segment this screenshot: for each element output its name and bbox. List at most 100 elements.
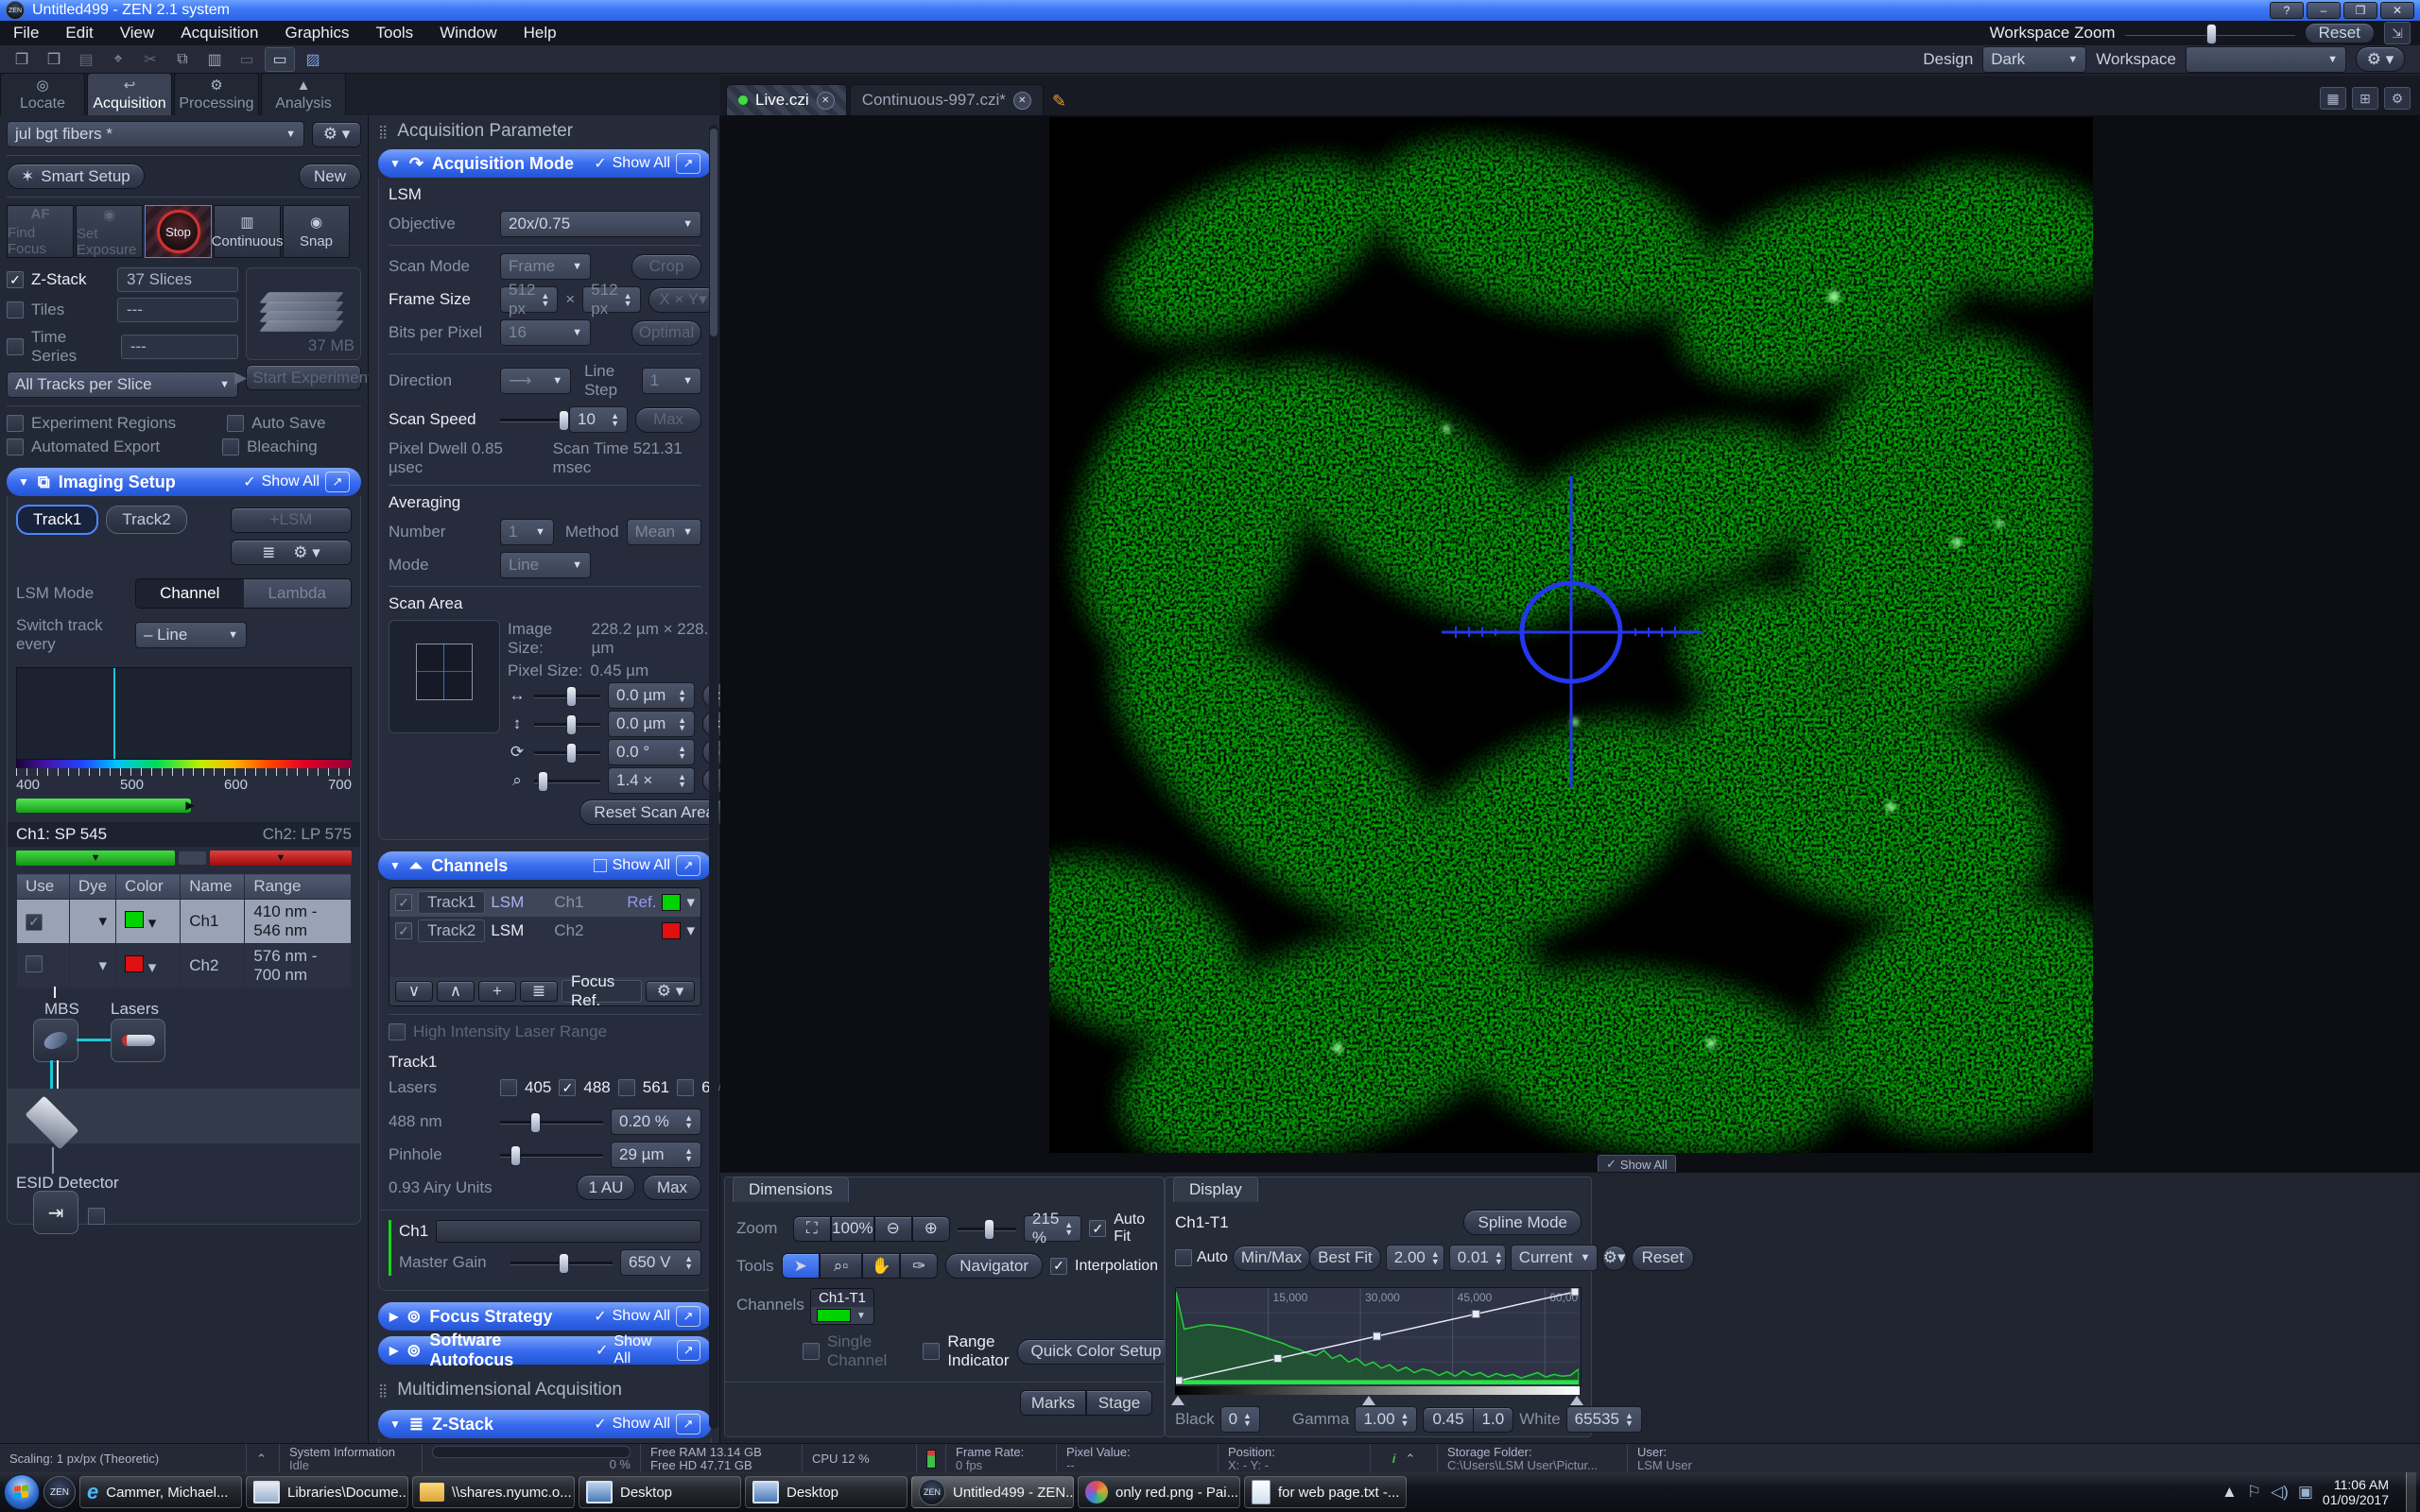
menu-acquisition[interactable]: Acquisition bbox=[167, 24, 271, 43]
bits-select[interactable]: 16▼ bbox=[500, 319, 591, 346]
scan-speed-spinner[interactable]: 10▲▼ bbox=[569, 406, 628, 433]
xy-select[interactable]: X × Y ▾ bbox=[648, 287, 718, 313]
delete-track-button[interactable]: ≣ bbox=[520, 981, 558, 1002]
single-channel-checkbox[interactable] bbox=[803, 1343, 820, 1360]
move-up-button[interactable]: ∧ bbox=[437, 981, 475, 1002]
master-gain-slider[interactable] bbox=[510, 1251, 613, 1274]
bestfit-high-spinner[interactable]: 0.01▲▼ bbox=[1449, 1245, 1506, 1271]
z-stack-checkbox[interactable]: ✓ bbox=[7, 271, 24, 288]
menu-help[interactable]: Help bbox=[510, 24, 570, 43]
track2-row[interactable]: ✓ Track2 LSM Ch2 ▾ bbox=[389, 917, 700, 945]
esid-checkbox[interactable] bbox=[88, 1208, 105, 1225]
direction-select[interactable]: ⟶▼ bbox=[500, 368, 571, 394]
averaging-method-select[interactable]: Mean▼ bbox=[627, 519, 701, 545]
show-desktop-button[interactable] bbox=[2406, 1472, 2416, 1512]
new-experiment-button[interactable]: New bbox=[299, 163, 361, 189]
rotation-spinner[interactable]: 0.0 °▲▼ bbox=[608, 739, 695, 765]
display-reset-button[interactable]: Reset bbox=[1632, 1246, 1694, 1271]
interpolation-checkbox[interactable]: ✓ bbox=[1050, 1258, 1067, 1275]
minimize-button[interactable]: – bbox=[2307, 2, 2341, 19]
tab-locate[interactable]: ◎Locate bbox=[0, 73, 85, 115]
auto-display-checkbox[interactable] bbox=[1175, 1249, 1192, 1266]
channel-chip-ch1[interactable]: Ch1-T1 ▼ bbox=[810, 1288, 874, 1325]
ch1-use-checkbox[interactable]: ✓ bbox=[26, 914, 43, 931]
track2-color-swatch[interactable] bbox=[662, 922, 681, 939]
micrograph-canvas[interactable] bbox=[1049, 117, 2093, 1153]
gamma-spinner[interactable]: 1.00▲▼ bbox=[1355, 1406, 1417, 1433]
workspace-zoom-slider[interactable] bbox=[2125, 22, 2295, 44]
tab-acquisition[interactable]: ↩Acquisition bbox=[87, 73, 172, 115]
taskbar-item-desktop-1[interactable]: Desktop bbox=[579, 1476, 741, 1508]
export-image-icon[interactable]: ▨ bbox=[299, 48, 327, 71]
gamma-10-button[interactable]: 1.0 bbox=[1473, 1407, 1514, 1433]
layout-grid-icon[interactable]: ▦ bbox=[2320, 87, 2346, 110]
show-all-checkbox[interactable] bbox=[594, 859, 607, 872]
scan-speed-max-button[interactable]: Max bbox=[635, 407, 701, 433]
range-indicator-checkbox[interactable] bbox=[923, 1343, 940, 1360]
bleaching-checkbox[interactable] bbox=[222, 438, 239, 455]
quick-color-setup-button[interactable]: Quick Color Setup bbox=[1017, 1339, 1176, 1365]
lasers-node[interactable] bbox=[111, 1019, 165, 1062]
crop-button[interactable]: Crop bbox=[631, 254, 701, 280]
dock-panel-icon[interactable]: ⇲ bbox=[2384, 22, 2411, 44]
optimal-button[interactable]: Optimal bbox=[631, 320, 701, 346]
bestfit-low-spinner[interactable]: 2.00▲▼ bbox=[1386, 1245, 1444, 1271]
imaging-setup-header[interactable]: ▼ ⧉ Imaging Setup ✓Show All↗ bbox=[7, 468, 361, 496]
tab-processing[interactable]: ⚙Processing bbox=[174, 73, 259, 115]
annotate-pen-icon[interactable]: ✎ bbox=[1052, 92, 1066, 112]
taskbar-item-notepad[interactable]: for web page.txt -... bbox=[1244, 1476, 1407, 1508]
viewer-show-all-button[interactable]: ✓Show All bbox=[1598, 1155, 1676, 1174]
spline-mode-button[interactable]: Spline Mode bbox=[1463, 1210, 1582, 1235]
gamma-045-button[interactable]: 0.45 bbox=[1423, 1407, 1473, 1433]
black-level-marker[interactable] bbox=[1171, 1396, 1184, 1405]
bestfit-button[interactable]: Best Fit bbox=[1309, 1246, 1381, 1271]
workspace-gear-button[interactable]: ⚙ ▾ bbox=[2356, 46, 2405, 72]
track2-tab[interactable]: Track2 bbox=[106, 506, 186, 534]
reset-scan-area-button[interactable]: Reset Scan Area bbox=[579, 799, 729, 825]
scan-zoom-spinner[interactable]: 1.4 ×▲▼ bbox=[608, 767, 695, 794]
viewer-zoom-spinner[interactable]: 215 %▲▼ bbox=[1024, 1215, 1081, 1242]
tracks-per-slice-select[interactable]: All Tracks per Slice▼ bbox=[7, 371, 238, 398]
laser-power-slider[interactable] bbox=[500, 1110, 603, 1133]
current-select[interactable]: Current▼ bbox=[1511, 1245, 1598, 1271]
detection-range-bar[interactable] bbox=[16, 799, 191, 813]
focus-ref-button[interactable]: Focus Ref. bbox=[562, 980, 642, 1003]
menu-view[interactable]: View bbox=[107, 24, 168, 43]
lambda-mode-button[interactable]: Lambda bbox=[244, 579, 352, 608]
new-document-icon[interactable]: ❐ bbox=[8, 48, 36, 71]
ruler-icon[interactable]: ▭ bbox=[233, 48, 261, 71]
marks-button[interactable]: Marks bbox=[1020, 1390, 1086, 1416]
popout-icon[interactable]: ↗ bbox=[676, 855, 700, 876]
display-gear-button[interactable]: ⚙▾ bbox=[1602, 1246, 1627, 1271]
help-button[interactable]: ? bbox=[2270, 2, 2304, 19]
software-autofocus-header[interactable]: ▶⊚Software Autofocus ✓Show All↗ bbox=[378, 1336, 712, 1365]
zoom-region-tool-button[interactable]: ⌕▫ bbox=[820, 1253, 863, 1279]
zoom-fit-button[interactable]: ⛶ bbox=[793, 1216, 831, 1242]
show-all-check-icon[interactable]: ✓ bbox=[243, 472, 255, 491]
high-intensity-checkbox[interactable] bbox=[389, 1023, 406, 1040]
close-tab-icon[interactable]: ✕ bbox=[817, 92, 835, 110]
tray-status-icon[interactable]: ▣ bbox=[2298, 1483, 2313, 1502]
tab-analysis[interactable]: ▲Analysis bbox=[261, 73, 346, 115]
pan-tool-button[interactable]: ✋ bbox=[862, 1253, 900, 1279]
collapse-icon[interactable]: ▼ bbox=[18, 475, 29, 489]
info-icon[interactable]: i bbox=[1392, 1452, 1396, 1466]
laser-power-spinner[interactable]: 0.20 %▲▼ bbox=[611, 1108, 701, 1135]
taskbar-item-libraries[interactable]: Libraries\Docume... bbox=[246, 1476, 408, 1508]
range-gap-handle[interactable] bbox=[179, 851, 206, 865]
stop-button[interactable]: Stop bbox=[145, 205, 212, 258]
track1-tab[interactable]: Track1 bbox=[16, 505, 98, 535]
copy-icon[interactable]: ⧉ bbox=[168, 48, 197, 71]
save-icon[interactable]: ▤ bbox=[72, 48, 100, 71]
cut-icon[interactable]: ✂ bbox=[136, 48, 164, 71]
white-spinner[interactable]: 65535▲▼ bbox=[1566, 1406, 1642, 1433]
menu-tools[interactable]: Tools bbox=[363, 24, 427, 43]
objective-select[interactable]: 20x/0.75▼ bbox=[500, 211, 701, 237]
smart-setup-button[interactable]: ✶Smart Setup bbox=[7, 163, 145, 189]
set-exposure-button[interactable]: ◉Set Exposure bbox=[76, 205, 143, 258]
tiles-checkbox[interactable] bbox=[7, 301, 24, 318]
tab-continuous-czi[interactable]: Continuous-997.czi* ✕ bbox=[850, 84, 1044, 115]
channel-row-ch1[interactable]: ✓ ▾ ▾ Ch1 410 nm - 546 nm bbox=[17, 900, 352, 944]
zoom-in-button[interactable]: ⊕ bbox=[912, 1216, 950, 1242]
offset-y-slider[interactable] bbox=[534, 713, 600, 735]
